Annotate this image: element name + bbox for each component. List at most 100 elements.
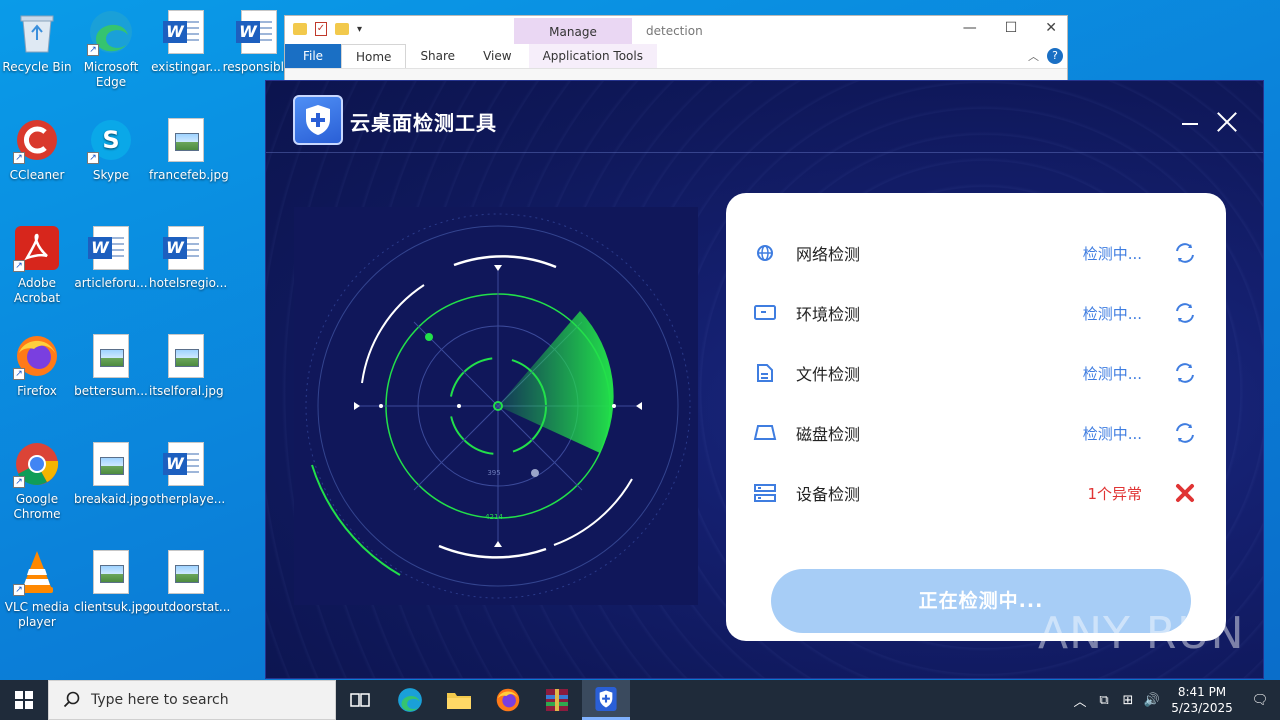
device-icon[interactable]: ⧉ [1092, 693, 1116, 708]
search-icon [63, 691, 80, 708]
notifications-icon[interactable]: 🗨 [1240, 693, 1280, 708]
folder-icon[interactable] [293, 23, 307, 35]
svg-text:S: S [102, 126, 119, 154]
image-file-icon [162, 548, 210, 596]
desktop-icon-articleforu[interactable]: W articleforu... [74, 224, 148, 291]
desktop-icon-skype[interactable]: S ↗ Skype [74, 116, 148, 183]
word-document-icon: W [162, 8, 210, 56]
check-label: 文件检测 [796, 365, 861, 384]
ccleaner-icon: ↗ [13, 116, 61, 164]
globe-icon [752, 241, 778, 265]
firefox-icon [496, 688, 520, 712]
app-header[interactable]: 云桌面检测工具 [266, 81, 1263, 153]
file-explorer-window[interactable]: ✓ ▾ Manage detection — ☐ ✕ File Home Sha… [284, 15, 1068, 85]
volume-icon[interactable]: 🔊 [1140, 693, 1164, 708]
desktop-icon-google-chrome[interactable]: ↗ Google Chrome [0, 440, 74, 522]
file-icon [752, 361, 778, 385]
clock[interactable]: 8:41 PM 5/23/2025 [1164, 684, 1240, 716]
taskbar: Type here to search ︿ ⧉ ⊞ 🔊 8:41 PM 5/23… [0, 680, 1280, 720]
tab-application-tools[interactable]: Application Tools [528, 44, 657, 68]
desktop-icon-clientsuk[interactable]: clientsuk.jpg [74, 548, 150, 615]
edge-icon [398, 688, 422, 712]
check-row-environment: 环境检测 检测中... [752, 298, 1200, 328]
check-status: 检测中... [1082, 424, 1142, 443]
desktop-icon-hotelsregio[interactable]: W hotelsregio... [149, 224, 227, 291]
check-row-file: 文件检测 检测中... [752, 358, 1200, 388]
desktop-icon-existingar[interactable]: W existingar... [149, 8, 223, 75]
window-controls: — ☐ ✕ [963, 20, 1057, 36]
tab-file[interactable]: File [285, 44, 341, 68]
check-label: 设备检测 [796, 485, 861, 504]
properties-icon[interactable]: ✓ [315, 22, 327, 36]
shield-logo-icon [595, 686, 617, 711]
desktop-icon-label: existingar... [151, 60, 221, 74]
desktop-icon-ccleaner[interactable]: ↗ CCleaner [0, 116, 74, 183]
taskbar-search-box[interactable]: Type here to search [48, 680, 336, 720]
desktop-icon-itselforal[interactable]: itselforal.jpg [149, 332, 224, 399]
desktop-icon-breakaid[interactable]: breakaid.jpg [74, 440, 148, 507]
detection-list-card: 网络检测 检测中... 环境检测 检测中... 文件检测 检测中... 磁盘检测 [726, 193, 1226, 641]
radar-label-b: 4214 [485, 513, 503, 521]
shield-logo-icon [293, 95, 343, 145]
maximize-icon[interactable]: ☐ [1005, 20, 1018, 36]
task-view-button[interactable] [336, 680, 384, 720]
minimize-icon[interactable] [1182, 109, 1200, 133]
image-file-icon [87, 548, 135, 596]
desktop-icon-label: outdoorstat... [149, 600, 231, 614]
monitor-icon [752, 301, 778, 325]
close-icon[interactable]: ✕ [1045, 20, 1057, 36]
desktop-icon-adobe-acrobat[interactable]: ↗ Adobe Acrobat [0, 224, 74, 306]
loading-spinner-icon [1174, 422, 1196, 444]
desktop-icon-bettersum[interactable]: bettersum... [74, 332, 148, 399]
tab-view[interactable]: View [469, 44, 525, 68]
network-icon[interactable]: ⊞ [1116, 693, 1140, 708]
folder-icon [447, 693, 471, 709]
help-icon[interactable]: ? [1047, 48, 1063, 64]
detection-app-window[interactable]: 云桌面检测工具 395 4214 网络检测 检测中... 环境检测 检测中...… [265, 80, 1264, 679]
anyrun-watermark: ANY RUN [1038, 608, 1245, 659]
tab-manage[interactable]: Manage [514, 18, 632, 44]
tab-home[interactable]: Home [341, 44, 407, 68]
check-row-disk: 磁盘检测 检测中... [752, 418, 1200, 448]
taskbar-explorer-button[interactable] [435, 680, 483, 720]
search-placeholder: Type here to search [91, 692, 229, 708]
show-hidden-icons-icon[interactable]: ︿ [1068, 691, 1092, 710]
new-folder-icon[interactable] [335, 23, 349, 35]
clock-date: 5/23/2025 [1171, 701, 1233, 715]
desktop-icon-firefox[interactable]: ↗ Firefox [0, 332, 74, 399]
chrome-icon: ↗ [13, 440, 61, 488]
windows-logo-icon [15, 691, 33, 709]
close-icon[interactable] [1216, 111, 1238, 133]
tab-share[interactable]: Share [406, 44, 469, 68]
image-file-icon [87, 440, 135, 488]
collapse-ribbon-icon[interactable]: ︿ [1028, 48, 1039, 64]
check-label: 网络检测 [796, 245, 861, 264]
desktop-icon-recycle-bin[interactable]: Recycle Bin [0, 8, 74, 75]
customize-dropdown-icon[interactable]: ▾ [357, 24, 362, 35]
desktop-icon-label: breakaid.jpg [74, 492, 149, 506]
check-row-network: 网络检测 检测中... [752, 238, 1200, 268]
image-file-icon [87, 332, 135, 380]
desktop-icon-label: Google Chrome [13, 492, 61, 521]
disk-icon [752, 421, 778, 445]
check-label: 磁盘检测 [796, 425, 861, 444]
explorer-titlebar[interactable]: ✓ ▾ Manage detection — ☐ ✕ [285, 16, 1067, 44]
desktop-icon-microsoft-edge[interactable]: ↗ Microsoft Edge [74, 8, 148, 90]
taskbar-detection-app-button[interactable] [582, 680, 630, 720]
shortcut-arrow-icon: ↗ [13, 260, 25, 272]
word-document-icon: W [87, 224, 135, 272]
desktop-icon-label: francefeb.jpg [149, 168, 229, 182]
taskbar-edge-button[interactable] [386, 680, 434, 720]
desktop-icon-vlc[interactable]: ↗ VLC media player [0, 548, 74, 630]
image-file-icon [162, 116, 210, 164]
taskbar-firefox-button[interactable] [484, 680, 532, 720]
minimize-icon[interactable]: — [963, 20, 977, 36]
desktop-icon-otherplaye[interactable]: W otherplaye... [149, 440, 226, 507]
taskbar-winrar-button[interactable] [533, 680, 581, 720]
desktop-icon-label: otherplaye... [149, 492, 226, 506]
error-x-icon [1174, 482, 1196, 504]
start-button[interactable] [0, 680, 48, 720]
desktop-icon-outdoorstat[interactable]: outdoorstat... [149, 548, 231, 615]
desktop-icon-francefeb[interactable]: francefeb.jpg [149, 116, 229, 183]
word-document-icon: W [162, 224, 210, 272]
